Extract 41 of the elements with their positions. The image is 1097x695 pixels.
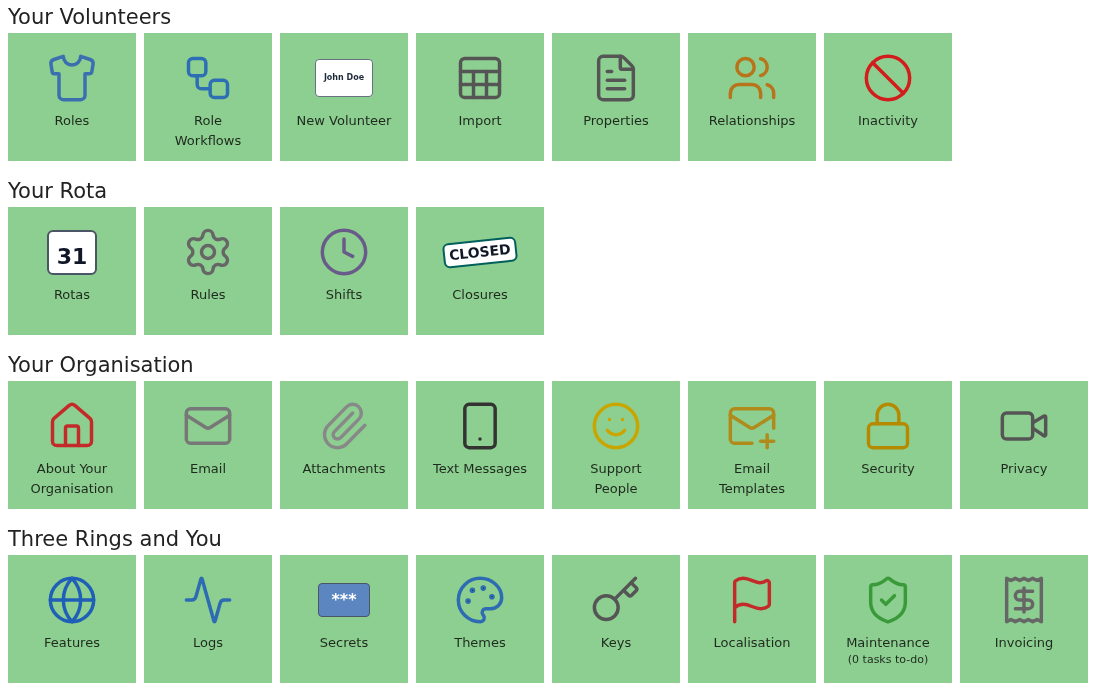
menu-tile[interactable]: Support People [552,381,680,509]
menu-tile[interactable]: Themes [416,555,544,683]
section-heading: Your Rota [8,178,109,205]
menu-tile[interactable]: Email Templates [688,381,816,509]
menu-tile[interactable]: Email [144,381,272,509]
menu-tile[interactable]: 31 Rotas [8,207,136,335]
menu-tile[interactable]: Maintenance (0 tasks to-do) [824,555,952,683]
section-heading: Your Volunteers [8,4,173,31]
menu-tile[interactable]: Inactivity [824,33,952,161]
closed-sign-icon: CLOSED [441,235,519,269]
menu-tile[interactable]: Properties [552,33,680,161]
menu-tile[interactable]: Privacy [960,381,1088,509]
menu-tile[interactable]: Logs [144,555,272,683]
menu-tile[interactable]: Keys [552,555,680,683]
folder-icon: *** [318,583,370,617]
menu-tile[interactable]: Localisation [688,555,816,683]
menu-tile[interactable]: Rules [144,207,272,335]
id-card-icon: John Doe [314,59,374,97]
clock-icon [318,226,370,278]
shirt-icon [46,52,98,104]
menu-tile[interactable]: *** Secrets [280,555,408,683]
menu-tile[interactable]: Role Workflows [144,33,272,161]
menu-tile[interactable]: Security [824,381,952,509]
section-heading: Your Organisation [8,352,195,379]
menu-tile[interactable]: Import [416,33,544,161]
menu-tile[interactable]: CLOSED Closures [416,207,544,335]
paint-icon [454,574,506,626]
prohibited-icon [862,52,914,104]
menu-tile[interactable]: Relationships [688,33,816,161]
menu-tile[interactable]: Roles [8,33,136,161]
menu-tile[interactable]: Shifts [280,207,408,335]
menu-tile[interactable]: Features [8,555,136,683]
menu-tile[interactable]: John Doe New Volunteer [280,33,408,161]
menu-tile[interactable]: Attachments [280,381,408,509]
section-heading: Three Rings and You [8,526,223,553]
calendar-icon: 31 [46,229,98,275]
globe-icon [46,574,98,626]
menu-tile[interactable]: Invoicing [960,555,1088,683]
smiley-icon [590,400,642,452]
menu-tile[interactable]: About Your Organisation [8,381,136,509]
menu-tile[interactable]: Text Messages [416,381,544,509]
